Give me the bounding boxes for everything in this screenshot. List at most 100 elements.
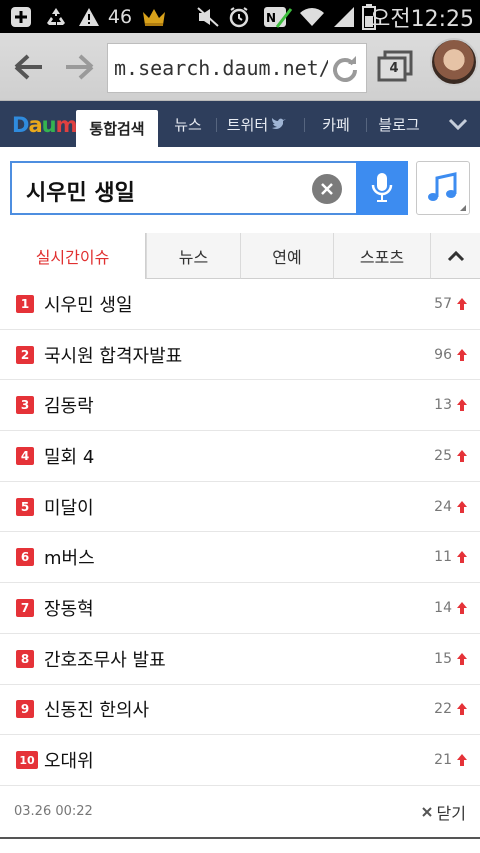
up-arrow-icon <box>457 399 467 412</box>
status-bar: 46 N 오전12:25 <box>0 0 480 33</box>
corner-indicator <box>460 205 466 211</box>
search-query: 시우민 생일 <box>26 181 135 206</box>
update-timestamp: 03.26 00:22 <box>14 804 93 819</box>
add-notification-icon <box>6 0 36 33</box>
svg-text:N: N <box>266 11 276 25</box>
twitter-bird-icon <box>272 118 287 129</box>
tab-cafe[interactable]: 카페 <box>310 101 362 147</box>
alarm-icon <box>225 0 253 33</box>
daum-logo[interactable]: Daum <box>12 113 77 137</box>
rank-term[interactable]: 국시원 합격자발표 <box>44 342 182 368</box>
rank-term[interactable]: 미달이 <box>44 494 94 520</box>
up-arrow-icon <box>457 601 467 614</box>
warning-icon <box>76 0 102 33</box>
up-arrow-icon <box>457 551 467 564</box>
rank-change: 57 <box>434 295 452 312</box>
list-item[interactable]: 5 미달이 24 <box>0 482 480 533</box>
tab-blog[interactable]: 블로그 <box>370 101 428 147</box>
chevron-down-icon <box>448 118 468 131</box>
ranking-footer: 03.26 00:22 닫기 <box>0 787 480 837</box>
collapse-button[interactable] <box>430 233 480 279</box>
up-arrow-icon <box>457 754 467 767</box>
up-arrow-icon <box>457 348 467 361</box>
list-item[interactable]: 3 김동락 13 <box>0 380 480 432</box>
rank-change: 14 <box>434 599 452 616</box>
close-icon <box>321 183 333 195</box>
clear-search-button[interactable] <box>312 174 342 204</box>
list-item[interactable]: 6 m버스 11 <box>0 532 480 584</box>
list-item[interactable]: 1 시우민 생일 57 <box>0 279 480 330</box>
tab-sports[interactable]: 스포츠 <box>333 233 430 279</box>
rank-badge: 5 <box>16 497 34 516</box>
list-item[interactable]: 7 장동혁 14 <box>0 583 480 634</box>
list-item[interactable]: 2 국시원 합격자발표 96 <box>0 330 480 381</box>
forward-button[interactable] <box>60 47 100 87</box>
recycle-icon <box>40 0 72 33</box>
tab-count: 4 <box>389 61 399 76</box>
nav-divider <box>304 118 305 132</box>
rank-term[interactable]: 장동혁 <box>44 595 94 621</box>
up-arrow-icon <box>457 449 467 462</box>
rank-term[interactable]: 신동진 한의사 <box>44 696 149 722</box>
rank-change: 21 <box>434 752 452 769</box>
nav-divider <box>366 118 367 132</box>
voice-search-button[interactable] <box>356 161 408 215</box>
list-item[interactable]: 4 밀회 4 25 <box>0 431 480 482</box>
tab-switcher-button[interactable]: 4 <box>376 49 414 85</box>
nav-divider <box>216 118 217 132</box>
up-arrow-icon <box>457 297 467 310</box>
close-button[interactable]: 닫기 <box>421 800 466 824</box>
rank-badge: 2 <box>16 345 34 364</box>
tab-realtime-issues[interactable]: 실시간이슈 <box>0 233 146 279</box>
rank-change: 24 <box>434 498 452 515</box>
microphone-icon <box>371 173 393 202</box>
crown-icon <box>139 0 169 33</box>
bottom-divider <box>0 837 480 839</box>
close-icon <box>421 807 432 817</box>
profile-avatar[interactable] <box>430 38 478 86</box>
rank-change: 15 <box>434 650 452 667</box>
issue-tabs: 실시간이슈 뉴스 연예 스포츠 <box>0 233 480 279</box>
rank-term[interactable]: 오대위 <box>44 747 94 773</box>
reload-icon <box>333 56 357 82</box>
rank-term[interactable]: 간호조무사 발표 <box>44 646 166 672</box>
forward-arrow-icon <box>66 54 94 80</box>
list-item[interactable]: 9 신동진 한의사 22 <box>0 685 480 736</box>
rank-badge: 7 <box>16 598 34 617</box>
tab-integrated-search[interactable]: 통합검색 <box>76 110 158 147</box>
nfc-icon: N <box>261 0 295 33</box>
rank-term[interactable]: m버스 <box>44 544 95 570</box>
music-search-button[interactable] <box>416 161 470 215</box>
reload-button[interactable] <box>330 54 360 84</box>
tab-twitter-label: 트위터 <box>226 115 269 134</box>
rank-change: 96 <box>434 346 452 363</box>
address-bar[interactable]: m.search.daum.net/se <box>107 43 367 93</box>
cell-signal-icon <box>330 0 358 33</box>
tab-entertainment[interactable]: 연예 <box>240 233 333 279</box>
music-note-icon <box>428 172 457 201</box>
rank-term[interactable]: 김동락 <box>44 392 94 418</box>
list-item[interactable]: 8 간호조무사 발표 15 <box>0 634 480 685</box>
search-area: 시우민 생일 <box>0 147 480 233</box>
rank-change: 22 <box>434 701 452 718</box>
nav-more-button[interactable] <box>446 113 470 135</box>
rank-change: 11 <box>434 549 452 566</box>
tab-twitter[interactable]: 트위터 <box>222 101 292 147</box>
wifi-icon <box>297 0 327 33</box>
clock: 오전12:25 <box>370 6 474 32</box>
rank-term[interactable]: 시우민 생일 <box>44 291 133 317</box>
up-arrow-icon <box>457 703 467 716</box>
rank-change: 25 <box>434 447 452 464</box>
list-item[interactable]: 10 오대위 21 <box>0 735 480 786</box>
tab-issue-news[interactable]: 뉴스 <box>146 233 240 279</box>
back-button[interactable] <box>8 47 48 87</box>
rank-badge: 4 <box>16 446 34 465</box>
search-input[interactable]: 시우민 생일 <box>10 161 408 215</box>
tab-news[interactable]: 뉴스 <box>162 101 214 147</box>
rank-badge: 8 <box>16 649 34 668</box>
up-arrow-icon <box>457 500 467 513</box>
rank-term[interactable]: 밀회 4 <box>44 443 94 469</box>
url-text: m.search.daum.net/se <box>114 56 328 80</box>
up-arrow-icon <box>457 652 467 665</box>
rank-badge: 10 <box>16 751 38 770</box>
